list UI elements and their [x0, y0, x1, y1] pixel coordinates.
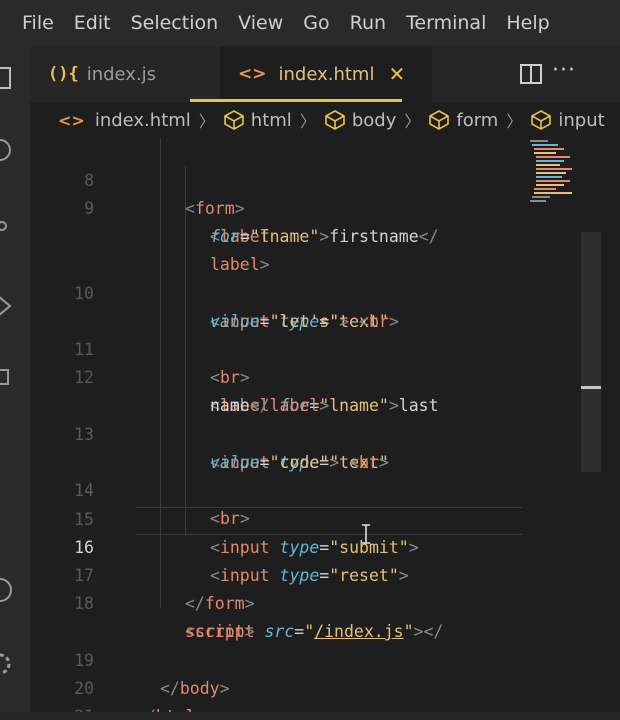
menu-selection[interactable]: Selection [131, 12, 219, 34]
code-line: 9 <label [30, 167, 590, 246]
code-line: 19 </body> [30, 619, 590, 698]
html-icon: <> [58, 110, 85, 130]
search-icon[interactable] [0, 136, 18, 162]
code-editor[interactable]: 8 <form> 9 <label for="fname">firstname<… [30, 138, 620, 720]
breadcrumb-html[interactable]: html [223, 109, 292, 131]
explorer-icon[interactable] [0, 64, 18, 90]
code-line: 17 </form> [30, 534, 590, 613]
code-line-wrap: name</label> [210, 396, 330, 415]
breadcrumb-label: index.html [94, 109, 191, 131]
menu-go[interactable]: Go [303, 12, 329, 34]
menu-run[interactable]: Run [350, 12, 386, 34]
code-line-wrap: for="fname">firstname</ [210, 227, 439, 246]
tab-index-html[interactable]: <> index.html ✕ [220, 46, 432, 102]
menu-bar: File Edit Selection View Go Run Terminal… [0, 0, 620, 46]
menu-file[interactable]: File [22, 12, 54, 34]
breadcrumb: <> index.html 〉 html 〉 body 〉 form 〉 inp… [30, 102, 620, 138]
symbol-cube-icon [324, 109, 346, 131]
code-line: 8 <form> [30, 139, 590, 218]
source-control-icon[interactable] [0, 212, 18, 238]
chevron-right-icon: 〉 [299, 112, 316, 131]
tab-bar: (){ index.js <> index.html ✕ ··· [30, 46, 620, 102]
symbol-cube-icon [530, 109, 552, 131]
breadcrumb-input[interactable]: input [530, 109, 605, 131]
tab-label: index.js [86, 63, 157, 85]
code-line-wrap: value="code"> <br> [210, 453, 389, 472]
code-line: 13 <input type="text" [30, 393, 590, 472]
code-line: 20 </html> [30, 647, 590, 720]
menu-view[interactable]: View [238, 12, 283, 34]
extensions-icon[interactable] [0, 364, 18, 390]
breadcrumb-form[interactable]: form [428, 109, 498, 131]
chevron-right-icon: 〉 [198, 112, 215, 131]
symbol-cube-icon [223, 109, 245, 131]
code-line: 14 <br> [30, 449, 590, 528]
breadcrumb-label: form [456, 109, 499, 131]
menu-help[interactable]: Help [506, 12, 549, 34]
code-line: 18 <script src="/index.js"></ [30, 562, 590, 641]
symbol-cube-icon [428, 109, 450, 131]
tab-label: index.html [278, 63, 375, 85]
account-icon[interactable] [0, 576, 18, 602]
breadcrumb-label: input [558, 109, 605, 131]
code-line: 11 <br> [30, 308, 590, 387]
more-actions-icon[interactable]: ··· [552, 58, 576, 83]
status-bar [0, 712, 620, 720]
settings-gear-icon[interactable] [0, 650, 18, 676]
minimap[interactable] [528, 138, 580, 218]
breadcrumb-file[interactable]: <> index.html [58, 110, 191, 131]
close-icon[interactable]: ✕ [388, 62, 405, 86]
code-line-active: 16 <input type="reset"> [30, 506, 590, 585]
code-line: 10 <input type="text" [30, 252, 590, 331]
vertical-scrollbar[interactable] [581, 232, 601, 472]
scrollbar-cursor-marker [581, 386, 601, 389]
code-line: 15 <input type="submit"> [30, 478, 590, 557]
menu-terminal[interactable]: Terminal [406, 12, 486, 34]
menu-edit[interactable]: Edit [74, 12, 111, 34]
html-icon: <> [238, 64, 267, 84]
tab-index-js[interactable]: (){ index.js [48, 46, 156, 102]
chevron-right-icon: 〉 [404, 112, 421, 131]
activity-bar [0, 46, 30, 720]
js-icon: (){ [48, 64, 79, 84]
code-line: 12 <label for="lname">last [30, 336, 590, 415]
breadcrumb-label: body [351, 109, 397, 131]
breadcrumb-body[interactable]: body [324, 109, 397, 131]
run-debug-icon[interactable] [0, 292, 18, 318]
text-cursor-icon [361, 524, 371, 544]
split-editor-icon[interactable] [520, 64, 542, 84]
code-line-wrap: label> [210, 255, 270, 274]
code-line-wrap: script> [185, 622, 255, 641]
breadcrumb-label: html [250, 109, 292, 131]
code-line-wrap: value="let's"> <br> [210, 312, 399, 331]
chevron-right-icon: 〉 [506, 112, 523, 131]
code-line: 21 [30, 675, 590, 720]
